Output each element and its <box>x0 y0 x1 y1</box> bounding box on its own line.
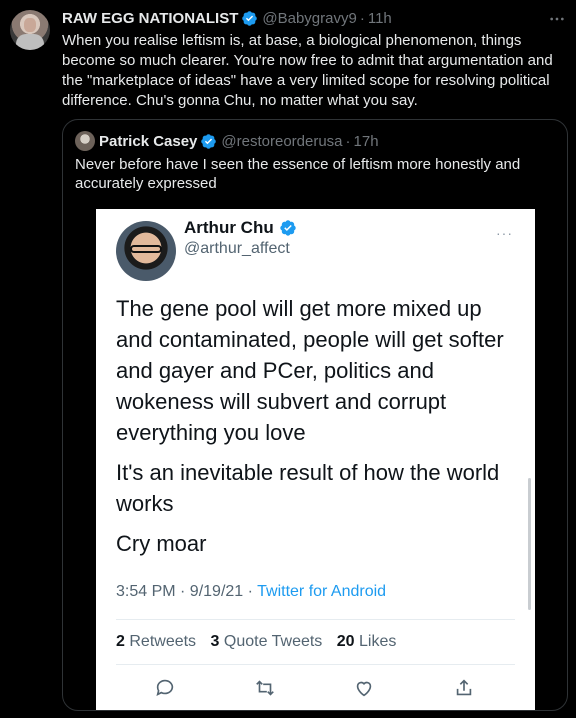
avatar-face <box>24 18 36 32</box>
reply-icon <box>154 677 178 701</box>
share-icon <box>453 677 477 701</box>
screenshot-handle: @arthur_affect <box>184 240 290 257</box>
screenshot-source: Twitter for Android <box>257 583 387 600</box>
tweet-header: RAW EGG NATIONALIST @Babygravy9 · 11h <box>62 8 392 28</box>
quoted-time: 17h <box>353 132 379 150</box>
verified-badge-icon <box>279 219 297 237</box>
screenshot-action-bar <box>116 677 515 701</box>
screenshot-paragraph: Cry moar <box>116 531 207 556</box>
quoted-author-name: Patrick Casey <box>99 132 198 150</box>
screenshot-meta: 3:54 PM · 9/19/21 · Twitter for Android <box>116 583 386 601</box>
quotes-count: 3 <box>210 633 220 650</box>
quotes-label: Quote Tweets <box>223 633 323 650</box>
separator-dot: · <box>345 132 351 150</box>
quoted-text: Never before have I seen the essence of … <box>75 156 521 192</box>
retweets-count: 2 <box>116 633 125 650</box>
divider <box>116 664 515 665</box>
screenshot-more-icon: ··· <box>496 225 513 241</box>
verified-badge-icon <box>241 10 258 27</box>
screenshot-avatar-glasses <box>130 245 162 253</box>
author-name[interactable]: RAW EGG NATIONALIST <box>62 10 238 27</box>
retweets-label: Retweets <box>129 633 197 650</box>
screenshot-timestamp: 3:54 PM · 9/19/21 · <box>116 583 258 600</box>
screenshot-paragraph: The gene pool will get more mixed up and… <box>116 296 504 445</box>
screenshot-body: The gene pool will get more mixed up and… <box>116 293 516 568</box>
divider <box>116 619 515 620</box>
separator-dot: · <box>359 9 365 27</box>
screenshot-paragraph: It's an inevitable result of how the wor… <box>116 460 500 516</box>
likes-label: Likes <box>359 633 397 650</box>
screenshot-author-name: Arthur Chu <box>184 217 301 239</box>
quoted-handle: @restoreorderusa <box>221 132 343 150</box>
scrollbar[interactable] <box>528 478 531 610</box>
retweet-icon <box>254 677 278 701</box>
quoted-header: Patrick Casey @restoreorderusa · 17h <box>75 131 379 151</box>
avatar-body <box>16 34 44 50</box>
author-handle[interactable]: @Babygravy9 <box>262 10 356 27</box>
embedded-screenshot-image[interactable]: Arthur Chu @arthur_affect ··· The gene p… <box>96 209 535 710</box>
verified-badge-icon <box>200 133 217 150</box>
tweet-time[interactable]: 11h <box>368 10 392 27</box>
tweet-text: When you realise leftism is, at base, a … <box>62 32 553 109</box>
quoted-avatar <box>75 131 95 151</box>
quoted-tweet[interactable]: Patrick Casey @restoreorderusa · 17h Nev… <box>62 119 568 711</box>
likes-count: 20 <box>336 633 355 650</box>
screenshot-author-name-text: Arthur Chu <box>184 218 274 237</box>
more-horizontal-icon[interactable] <box>548 10 566 28</box>
heart-icon <box>353 677 377 701</box>
main-avatar[interactable] <box>10 10 50 50</box>
screenshot-engagement-counts: 2 Retweets 3 Quote Tweets 20 Likes <box>116 633 396 651</box>
